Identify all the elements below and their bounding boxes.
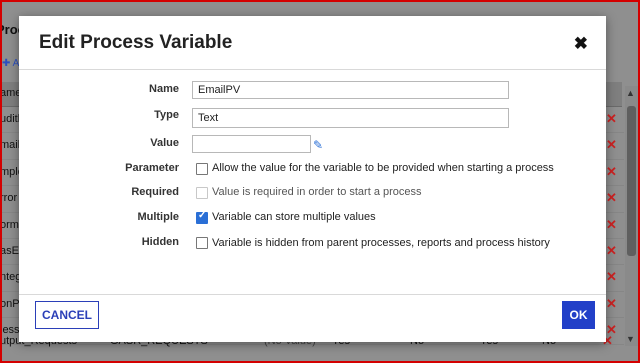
delete-icon: ✕ <box>606 269 617 285</box>
hidden-label: Hidden <box>141 236 179 248</box>
cancel-button[interactable]: CANCEL <box>35 301 99 329</box>
name-field[interactable]: EmailPV <box>192 81 509 99</box>
required-checkbox[interactable] <box>196 187 208 199</box>
row-name: onP <box>0 297 20 310</box>
hidden-text: Variable is hidden from parent processes… <box>212 237 550 249</box>
value-label: Value <box>150 137 179 149</box>
multiple-text: Variable can store multiple values <box>212 211 376 223</box>
parameter-text: Allow the value for the variable to be p… <box>212 162 554 174</box>
delete-icon: ✕ <box>606 295 617 311</box>
type-label: Type <box>154 109 179 121</box>
row-name: rror <box>0 192 18 205</box>
value-field[interactable] <box>192 135 311 153</box>
delete-icon: ✕ <box>606 216 617 232</box>
delete-icon: ✕ <box>606 190 617 206</box>
dialog-title: Edit Process Variable <box>39 32 233 53</box>
dialog-divider-top <box>19 69 606 70</box>
scroll-up-icon: ▲ <box>626 88 635 98</box>
scroll-thumb <box>627 106 636 256</box>
type-select[interactable]: Text <box>192 108 509 128</box>
delete-icon: ✕ <box>606 242 617 258</box>
screenshot-frame: Proc ✚ Ac ame uditl✕ mail✕ mplo✕ rror✕ o… <box>0 0 640 363</box>
delete-icon: ✕ <box>606 137 617 153</box>
edit-icon[interactable]: ✎ <box>313 138 325 152</box>
multiple-label: Multiple <box>137 211 179 223</box>
row-name: uditl <box>0 113 21 125</box>
ok-button[interactable]: OK <box>562 301 595 329</box>
required-text: Value is required in order to start a pr… <box>212 186 422 198</box>
dialog-divider-bottom <box>19 294 606 295</box>
delete-icon: ✕ <box>606 111 617 126</box>
parameter-label: Parameter <box>125 162 179 174</box>
multiple-checkbox[interactable] <box>196 210 208 224</box>
required-label: Required <box>131 186 179 198</box>
hidden-checkbox[interactable] <box>196 237 208 249</box>
delete-icon: ✕ <box>606 163 617 179</box>
name-label: Name <box>149 83 179 95</box>
parameter-checkbox[interactable] <box>196 163 208 175</box>
row-name: mail <box>0 139 21 152</box>
close-icon[interactable]: ✖ <box>574 34 588 54</box>
background-scrollbar: ▲ ▼ <box>625 86 638 346</box>
scroll-down-icon: ▼ <box>626 334 635 344</box>
edit-process-variable-dialog: Edit Process Variable ✖ Name EmailPV Typ… <box>19 16 606 342</box>
